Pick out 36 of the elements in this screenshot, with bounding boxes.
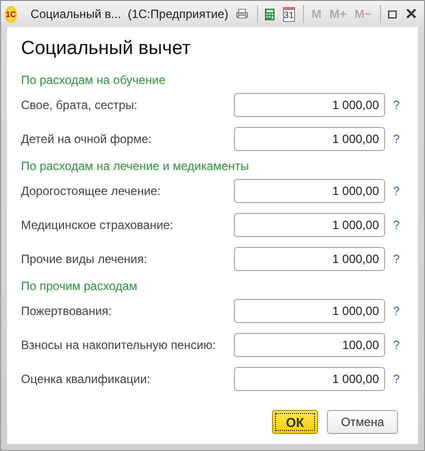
form-heading: Социальный вычет xyxy=(21,38,192,60)
maximize-icon[interactable] xyxy=(388,8,397,20)
field-label: Детей на очной форме: xyxy=(21,132,153,146)
amount-field[interactable]: 1 000,00 xyxy=(234,127,385,151)
field-label: Медицинское страхование: xyxy=(21,218,174,232)
amount-field[interactable]: 1 000,00 xyxy=(234,179,385,203)
calculator-icon[interactable] xyxy=(265,6,275,22)
help-link[interactable]: ? xyxy=(393,338,400,352)
field-label: Свое, брата, сестры: xyxy=(21,98,138,112)
close-icon[interactable]: ✕ xyxy=(405,5,418,23)
window-title: Социальный в... (1С:Предприятие) xyxy=(30,7,228,21)
amount-field[interactable]: 1 000,00 xyxy=(234,299,385,323)
help-link[interactable]: ? xyxy=(393,98,400,112)
section-title: По расходам на лечение и медикаменты xyxy=(21,158,250,174)
ok-button[interactable]: ОК xyxy=(272,410,318,434)
app-logo: 1С xyxy=(5,6,17,22)
calendar-icon[interactable]: 31 xyxy=(282,6,295,22)
field-label: Взносы на накопительную пенсию: xyxy=(21,338,217,352)
help-link[interactable]: ? xyxy=(393,372,400,386)
help-link[interactable]: ? xyxy=(393,304,400,318)
amount-field[interactable]: 1 000,00 xyxy=(234,93,385,117)
help-link[interactable]: ? xyxy=(393,218,400,232)
amount-field[interactable]: 1 000,00 xyxy=(234,367,385,391)
cancel-button[interactable]: Отмена xyxy=(326,410,398,434)
help-link[interactable]: ? xyxy=(393,132,400,146)
field-label: Дорогостоящее лечение: xyxy=(21,184,162,198)
amount-field[interactable]: 100,00 xyxy=(234,333,385,357)
field-label: Оценка квалификации: xyxy=(21,372,152,386)
help-link[interactable]: ? xyxy=(393,184,400,198)
amount-field[interactable]: 1 000,00 xyxy=(234,247,385,271)
section-title: По расходам на обучение xyxy=(21,72,166,88)
help-link[interactable]: ? xyxy=(393,252,400,266)
section-title: По прочим расходам xyxy=(21,278,138,294)
field-label: Прочие виды лечения: xyxy=(21,252,148,266)
field-label: Пожертвования: xyxy=(21,304,113,318)
amount-field[interactable]: 1 000,00 xyxy=(234,213,385,237)
